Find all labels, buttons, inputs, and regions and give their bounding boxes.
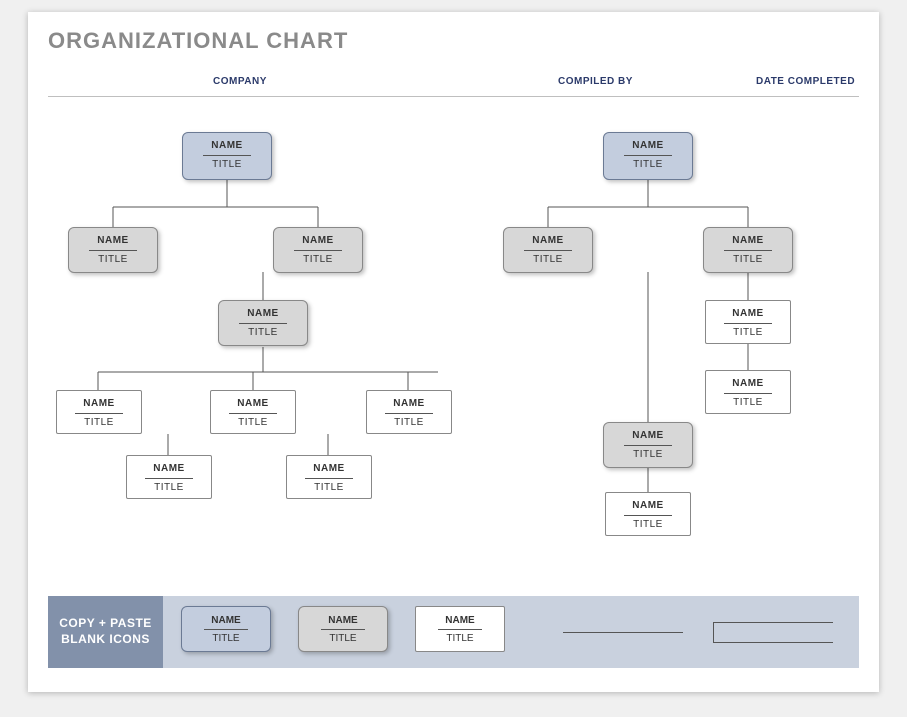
swatch-grey[interactable]: NAMETITLE — [298, 606, 388, 652]
org-node[interactable]: NAMETITLE — [218, 300, 308, 346]
org-node[interactable]: NAMETITLE — [273, 227, 363, 273]
org-node-root-left[interactable]: NAMETITLE — [182, 132, 272, 180]
footer-swatches: NAMETITLE NAMETITLE NAMETITLE — [163, 596, 859, 668]
org-node[interactable]: NAMETITLE — [703, 227, 793, 273]
header-company: COMPANY — [213, 76, 267, 87]
org-node[interactable]: NAMETITLE — [68, 227, 158, 273]
org-node[interactable]: NAMETITLE — [210, 390, 296, 434]
swatch-blue[interactable]: NAMETITLE — [181, 606, 271, 652]
org-node[interactable]: NAMETITLE — [126, 455, 212, 499]
org-node[interactable]: NAMETITLE — [705, 300, 791, 344]
page: ORGANIZATIONAL CHART COMPANY COMPILED BY… — [28, 12, 879, 692]
connector-sample-h[interactable] — [563, 632, 683, 633]
org-node-root-right[interactable]: NAMETITLE — [603, 132, 693, 180]
header-compiled: COMPILED BY — [558, 76, 633, 87]
org-node[interactable]: NAMETITLE — [286, 455, 372, 499]
footer-label: COPY + PASTE BLANK ICONS — [48, 616, 163, 647]
page-title: ORGANIZATIONAL CHART — [48, 28, 348, 54]
org-node[interactable]: NAMETITLE — [605, 492, 691, 536]
header-row: COMPANY COMPILED BY DATE COMPLETED — [48, 74, 859, 97]
connector-sample-bot[interactable] — [713, 642, 833, 643]
org-node[interactable]: NAMETITLE — [56, 390, 142, 434]
connector-sample-top[interactable] — [713, 622, 833, 623]
org-node[interactable]: NAMETITLE — [503, 227, 593, 273]
footer: COPY + PASTE BLANK ICONS NAMETITLE NAMET… — [48, 596, 859, 668]
connector-sample-v[interactable] — [713, 622, 714, 642]
org-node[interactable]: NAMETITLE — [366, 390, 452, 434]
swatch-white[interactable]: NAMETITLE — [415, 606, 505, 652]
org-node[interactable]: NAMETITLE — [705, 370, 791, 414]
header-date: DATE COMPLETED — [756, 76, 855, 87]
org-node[interactable]: NAMETITLE — [603, 422, 693, 468]
